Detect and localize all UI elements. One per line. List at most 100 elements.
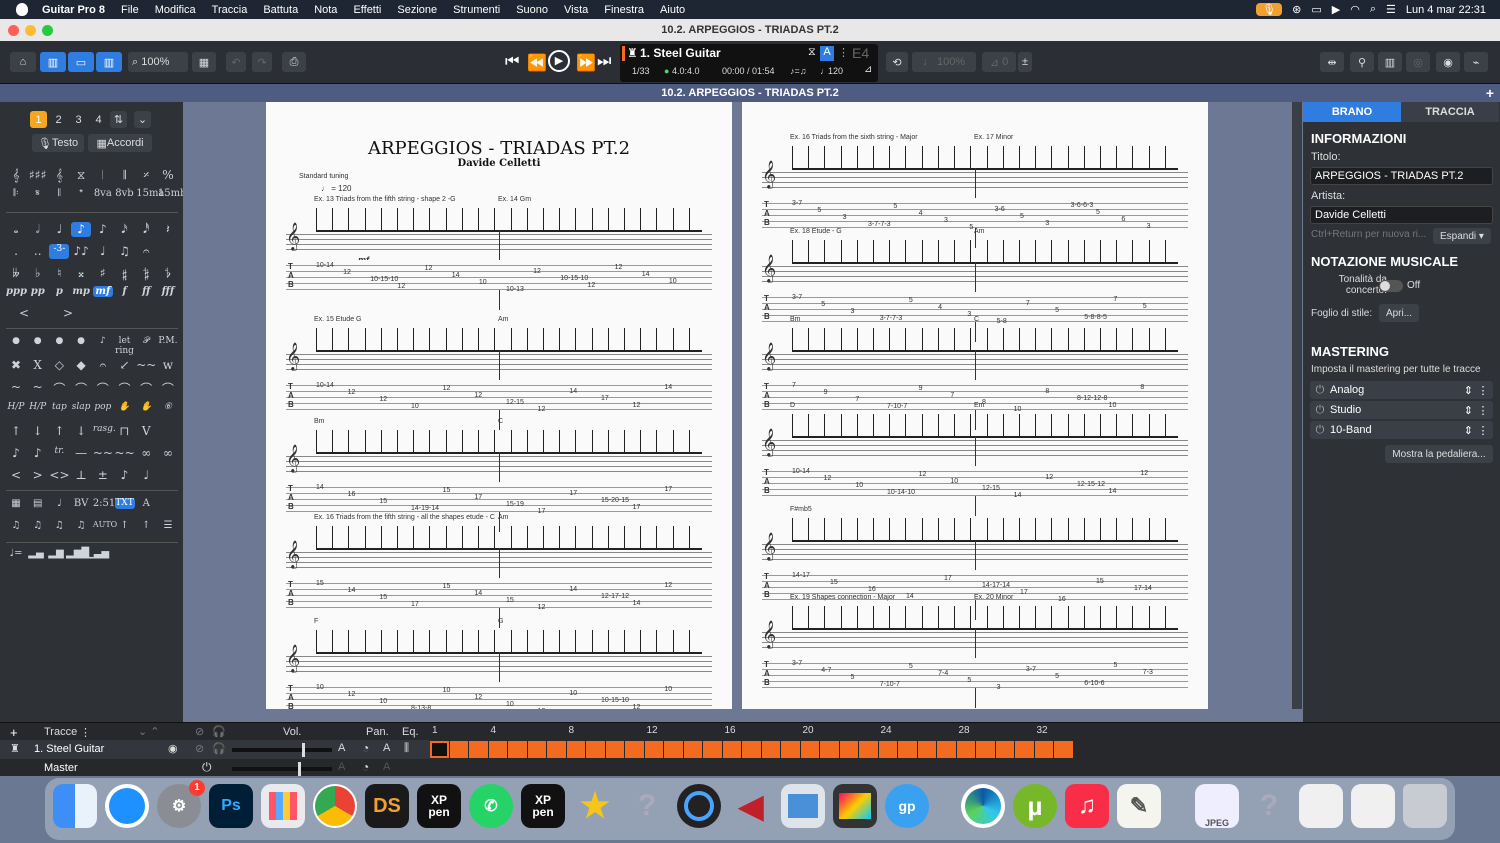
menu-strumenti[interactable]: Strumenti	[445, 4, 508, 16]
staccato-icon[interactable]: ●	[71, 336, 91, 356]
tab-fret-number[interactable]: 5	[1143, 303, 1147, 310]
hand-2-icon[interactable]: ✋	[136, 402, 156, 412]
score-system[interactable]: 𝄞 TAB F G 10 12 10 8-13-8 10 12 10 12 10 10-15-10 12 10	[286, 618, 712, 709]
go-to-end-icon[interactable]: ⏭	[597, 53, 611, 71]
track-bar-cell[interactable]	[839, 741, 858, 758]
dock-final-cut-icon[interactable]	[833, 784, 877, 828]
string-number-icon[interactable]: ⑥	[158, 402, 178, 412]
dynamic-f[interactable]: f	[115, 286, 135, 297]
repeat-open-icon[interactable]: 𝄆	[6, 188, 26, 199]
tab-fret-number[interactable]: 5	[909, 663, 913, 670]
slide-icon[interactable]: ~	[6, 380, 26, 397]
scale-icon[interactable]: ▤	[28, 498, 48, 509]
vibrato-icon[interactable]: ~~	[136, 358, 156, 373]
track-name[interactable]: 1. Steel Guitar	[34, 743, 104, 755]
score-system[interactable]: 𝄞 T A B Bm C 7 9 7 7-10-7 9 7 8 10 8 8-12-12-8 10 8	[762, 316, 1188, 430]
tab-fret-number[interactable]: 10-15-10	[560, 275, 588, 282]
tab-fret-number[interactable]: 14	[633, 600, 641, 607]
barline-icon[interactable]: 𝄀	[93, 168, 113, 183]
dock-affinity-icon[interactable]: ◀	[729, 784, 773, 828]
dock-safari-icon[interactable]	[105, 784, 149, 828]
tab-staff[interactable]	[762, 198, 1188, 228]
text-icon[interactable]: TXT	[114, 498, 135, 509]
section-label[interactable]: Ex. 14 Gm	[498, 196, 531, 203]
dock-star-icon[interactable]: ★	[573, 784, 617, 828]
tab-fret-number[interactable]: 12-15-12	[1077, 481, 1105, 488]
tab-fret-number[interactable]: 14	[1014, 492, 1022, 499]
dock-music-icon[interactable]: ♫	[1065, 784, 1109, 828]
score-system[interactable]: 𝄞 T A B Ex. 13 Triads from the fifth string …	[286, 196, 712, 310]
page-layout-button[interactable]: ▦	[192, 52, 216, 72]
minimize-window-icon[interactable]	[25, 25, 36, 36]
tab-fret-number[interactable]: 10	[664, 686, 672, 693]
mastering-studio[interactable]: ⏻ Studio ⇕ ⋮	[1310, 401, 1493, 419]
dynamic-ff[interactable]: ff	[136, 286, 156, 297]
dock-photoshop-icon[interactable]: Ps	[209, 784, 253, 828]
tab-fret-number[interactable]: 17	[538, 508, 546, 515]
master-volume-slider[interactable]	[232, 762, 332, 776]
track-bar-cell[interactable]	[859, 741, 878, 758]
artist-field[interactable]: Davide Celletti	[1310, 206, 1493, 224]
tab-fret-number[interactable]: 17	[944, 575, 952, 582]
tab-fret-number[interactable]: 7	[855, 396, 859, 403]
tab-fret-number[interactable]: 17	[411, 601, 419, 608]
ruler-bar-number[interactable]: 8	[569, 725, 575, 736]
section-label[interactable]: Ex. 13 Triads from the fifth string - sh…	[314, 196, 456, 203]
section-label[interactable]: Ex. 18 Etude - G	[790, 228, 842, 235]
fermata-small-icon[interactable]: 𝄐	[93, 358, 113, 373]
section-label[interactable]: G	[498, 618, 503, 625]
wah-icon[interactable]: ⊥	[71, 468, 91, 482]
tab-fret-number[interactable]: 12	[343, 269, 351, 276]
track-bar-grid[interactable]	[430, 741, 1075, 758]
tab-fret-number[interactable]: 16	[868, 586, 876, 593]
zoom-select[interactable]: ⌕ 100%	[128, 52, 188, 72]
repeat-icon[interactable]: ⧖	[71, 168, 91, 183]
stem-down-icon[interactable]: ↑	[136, 520, 156, 531]
section-label[interactable]: Ex. 17 Minor	[974, 134, 1013, 141]
tab-fret-number[interactable]: 17-14	[1134, 585, 1152, 592]
tab-fret-number[interactable]: 14	[316, 484, 324, 491]
note-beams[interactable]	[792, 516, 1178, 542]
voice-3-button[interactable]: 3	[70, 111, 87, 128]
eighth-note-icon[interactable]: ♪	[71, 222, 92, 237]
track-bar-cell[interactable]	[937, 741, 956, 758]
arpeggio-up-icon[interactable]: ↑	[49, 424, 69, 438]
tab-fret-number[interactable]: 12	[425, 265, 433, 272]
search-icon[interactable]: ⌕	[1370, 3, 1376, 16]
power-icon[interactable]: ⏻	[1310, 404, 1330, 417]
whole-note-icon[interactable]: 𝅝	[6, 222, 26, 237]
tab-fret-number[interactable]: 4-7	[821, 667, 831, 674]
menu-aiuto[interactable]: Aiuto	[652, 4, 693, 16]
tab-fret-number[interactable]: 12	[348, 389, 356, 396]
vpn-icon[interactable]: ⊛	[1292, 3, 1301, 16]
menu-traccia[interactable]: Traccia	[204, 4, 256, 16]
tab-fret-number[interactable]: 14	[906, 593, 914, 600]
tab-fret-number[interactable]: 3	[967, 311, 971, 318]
tab-fret-number[interactable]: 10-14	[316, 382, 334, 389]
dock-launchpad-icon[interactable]	[261, 784, 305, 828]
title-field[interactable]: ARPEGGIOS - TRIADAS PT.2	[1310, 167, 1493, 185]
dock-xp-pen-icon[interactable]: XP pen	[417, 784, 461, 828]
timer-icon[interactable]: 2:51	[93, 498, 115, 509]
slur-3-icon[interactable]: ⌒	[115, 380, 135, 397]
score-system[interactable]: 𝄞 T A B Ex. 16 Triads from the fifth string …	[286, 514, 712, 628]
slap-icon[interactable]: slap	[71, 402, 91, 412]
track-bar-cell[interactable]	[469, 741, 488, 758]
accent-icon[interactable]: ●	[28, 336, 48, 356]
repeat-close-icon[interactable]: 𝄃	[49, 188, 69, 199]
track-bar-cell[interactable]	[703, 741, 722, 758]
close-window-icon[interactable]	[8, 25, 19, 36]
grace-on-icon[interactable]: ♪	[28, 446, 48, 460]
score-system[interactable]: 𝄞 T A B Ex. 15 Etude G Am 10-14 12 12 10 12 12 12-15…	[286, 316, 712, 430]
auto-volume-icon[interactable]: A	[338, 742, 345, 754]
stylesheet-open-button[interactable]: Apri...	[1379, 304, 1419, 322]
tab-track[interactable]: TRACCIA	[1401, 102, 1499, 122]
tab-fret-number[interactable]: 12	[533, 268, 541, 275]
quarter-flat-icon[interactable]: 𝄲	[136, 266, 156, 281]
note-beams[interactable]	[792, 326, 1178, 352]
tab-fret-number[interactable]: 17	[1020, 589, 1028, 596]
tab-fret-number[interactable]: 12	[538, 708, 546, 709]
add-tab-icon[interactable]: +	[1486, 84, 1494, 102]
eq-sliders-icon[interactable]: ⫼	[404, 742, 409, 755]
play-button[interactable]: ▶	[548, 50, 570, 72]
